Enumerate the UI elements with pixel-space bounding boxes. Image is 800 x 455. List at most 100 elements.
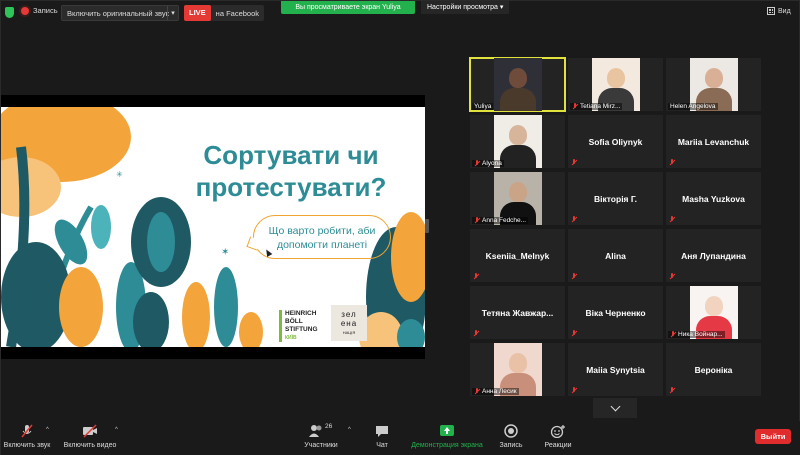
participant-tile[interactable]: Sofia Oliynyk bbox=[568, 115, 663, 168]
participant-name: Анна Лесик bbox=[482, 388, 517, 395]
participant-tile[interactable]: Helen Angelova bbox=[666, 58, 761, 111]
mic-muted-icon bbox=[571, 216, 577, 223]
face-shape bbox=[606, 68, 625, 88]
participant-name: Maiia Synytsia bbox=[586, 364, 645, 375]
participant-tile[interactable]: Аня Лупандина bbox=[666, 229, 761, 282]
mic-muted-icon bbox=[572, 103, 578, 110]
participant-tile[interactable]: Вікторія Г. bbox=[568, 172, 663, 225]
slide-title-line-1: Сортувати чи bbox=[203, 140, 379, 170]
participant-tile[interactable]: Masha Yuzkova bbox=[666, 172, 761, 225]
participant-gallery: Yuliya Tetiana Mirz... Helen Angelova Alyon… bbox=[469, 57, 761, 396]
participants-button[interactable]: 26 Участники bbox=[301, 423, 341, 449]
participant-name: Аня Лупандина bbox=[681, 250, 746, 261]
slide-title-line-2: протестувати? bbox=[195, 172, 387, 202]
video-options-caret[interactable]: ^ bbox=[115, 427, 118, 433]
record-button[interactable]: Запись bbox=[497, 424, 525, 449]
share-screen-icon bbox=[440, 425, 454, 436]
participant-name: Anna Fedche... bbox=[482, 217, 527, 224]
mic-muted-icon bbox=[669, 387, 675, 394]
start-video-label: Включить видео bbox=[63, 442, 117, 449]
share-screen-label: Демонстрация экрана bbox=[411, 442, 483, 449]
participant-name-tag: Анна Лесик bbox=[472, 388, 519, 395]
zelena-natsiya-logo: зел ена НАЦІЯ bbox=[331, 305, 367, 341]
participant-name: Mariia Levanchuk bbox=[677, 136, 750, 147]
split-resize-handle[interactable] bbox=[425, 219, 429, 233]
participant-tile[interactable]: Kseniia_Melnyk bbox=[470, 229, 565, 282]
mic-muted-icon bbox=[474, 160, 480, 167]
participant-name-tag: Yuliya bbox=[472, 103, 494, 110]
mic-muted-icon bbox=[670, 331, 676, 338]
share-screen-button[interactable]: Демонстрация экрана bbox=[409, 424, 485, 449]
participant-name: Kseniia_Melnyk bbox=[485, 250, 550, 261]
live-stream-indicator[interactable]: LIVE на Facebook bbox=[184, 5, 265, 21]
participant-name: Віка Черненко bbox=[585, 307, 646, 318]
chat-button[interactable]: Чат bbox=[369, 424, 395, 449]
original-sound-button[interactable]: Включить оригинальный звук ▾ bbox=[61, 5, 179, 21]
participant-tile[interactable]: Yuliya bbox=[469, 57, 566, 112]
hbs-line-1: HEINRICH bbox=[285, 310, 317, 317]
participant-tile[interactable]: Тетяна Жавжар... bbox=[470, 286, 565, 339]
participant-name: Yuliya bbox=[474, 103, 492, 110]
chat-label: Чат bbox=[376, 442, 388, 449]
gallery-toggle-button[interactable] bbox=[593, 398, 637, 418]
face-shape bbox=[508, 68, 527, 88]
mic-muted-icon bbox=[669, 273, 675, 280]
bubble-line-2: допомогти планеті bbox=[276, 239, 368, 251]
zelena-line-1: зел bbox=[341, 310, 357, 319]
record-button-label: Запись bbox=[499, 442, 523, 449]
leave-meeting-button[interactable]: Выйти bbox=[755, 429, 791, 444]
participant-video bbox=[493, 58, 542, 111]
mic-muted-icon bbox=[474, 217, 480, 224]
view-options-label: Настройки просмотра bbox=[427, 4, 498, 11]
gallery-view-icon bbox=[767, 7, 775, 15]
mic-muted-icon bbox=[669, 159, 675, 166]
unmute-label: Включить звук bbox=[3, 442, 51, 449]
recording-indicator[interactable]: Запись bbox=[21, 6, 58, 15]
svg-text:✳: ✳ bbox=[116, 170, 123, 179]
view-button[interactable]: Вид bbox=[767, 7, 791, 15]
zelena-sub: НАЦІЯ bbox=[342, 330, 356, 335]
view-options-button[interactable]: Настройки просмотра ▾ bbox=[421, 1, 510, 14]
participant-tile[interactable]: Віка Черненко bbox=[568, 286, 663, 339]
chat-icon bbox=[376, 426, 388, 437]
participant-tile[interactable]: Ника Войнар... bbox=[666, 286, 761, 339]
participant-tile[interactable]: Анна Лесик bbox=[470, 343, 565, 396]
video-off-icon bbox=[83, 424, 97, 438]
zelena-line-2: ена bbox=[340, 319, 358, 328]
security-shield-icon[interactable] bbox=[5, 7, 14, 18]
mic-muted-icon bbox=[571, 159, 577, 166]
participant-tile[interactable]: Alina bbox=[568, 229, 663, 282]
participant-tile[interactable]: Tetiana Mirz... bbox=[568, 58, 663, 111]
shared-screen: ✶ ✳ Сортувати чи протестувати? Що варто … bbox=[1, 95, 425, 359]
participant-name: Alyona bbox=[482, 160, 502, 167]
mic-muted-icon bbox=[474, 388, 480, 395]
audio-options-caret[interactable]: ^ bbox=[46, 427, 49, 433]
participant-tile[interactable]: Alyona bbox=[470, 115, 565, 168]
presentation-slide: ✶ ✳ Сортувати чи протестувати? Що варто … bbox=[1, 107, 425, 347]
top-bar: Запись Включить оригинальный звук ▾ LIVE… bbox=[1, 1, 800, 25]
mic-muted-icon bbox=[473, 273, 479, 280]
participant-tile[interactable]: Mariia Levanchuk bbox=[666, 115, 761, 168]
participant-tile[interactable]: Maiia Synytsia bbox=[568, 343, 663, 396]
participant-name: Masha Yuzkova bbox=[682, 193, 745, 204]
record-label: Запись bbox=[33, 6, 58, 15]
mic-muted-icon bbox=[669, 216, 675, 223]
participants-options-caret[interactable]: ^ bbox=[348, 427, 351, 433]
bubble-line-1: Що варто робити, аби bbox=[268, 225, 376, 237]
participant-tile[interactable]: Вероніка bbox=[666, 343, 761, 396]
unmute-button[interactable]: Включить звук bbox=[3, 424, 51, 449]
participant-tile[interactable]: Anna Fedche... bbox=[470, 172, 565, 225]
meeting-toolbar: Включить звук ^ Включить видео ^ 26 Учас… bbox=[1, 421, 800, 455]
participant-name-tag: Anna Fedche... bbox=[472, 217, 529, 224]
smiley-plus-icon bbox=[550, 425, 565, 438]
reactions-label: Реакции bbox=[544, 442, 572, 449]
participant-name: Sofia Oliynyk bbox=[588, 136, 643, 147]
reactions-button[interactable]: Реакции bbox=[541, 424, 575, 449]
chevron-down-icon[interactable]: ▾ bbox=[167, 6, 178, 20]
live-target: на Facebook bbox=[215, 8, 260, 18]
body-shape bbox=[499, 145, 536, 168]
record-icon bbox=[504, 424, 518, 438]
face-shape bbox=[704, 68, 723, 88]
start-video-button[interactable]: Включить видео bbox=[61, 424, 119, 449]
hbs-line-2: BÖLL bbox=[285, 318, 303, 325]
